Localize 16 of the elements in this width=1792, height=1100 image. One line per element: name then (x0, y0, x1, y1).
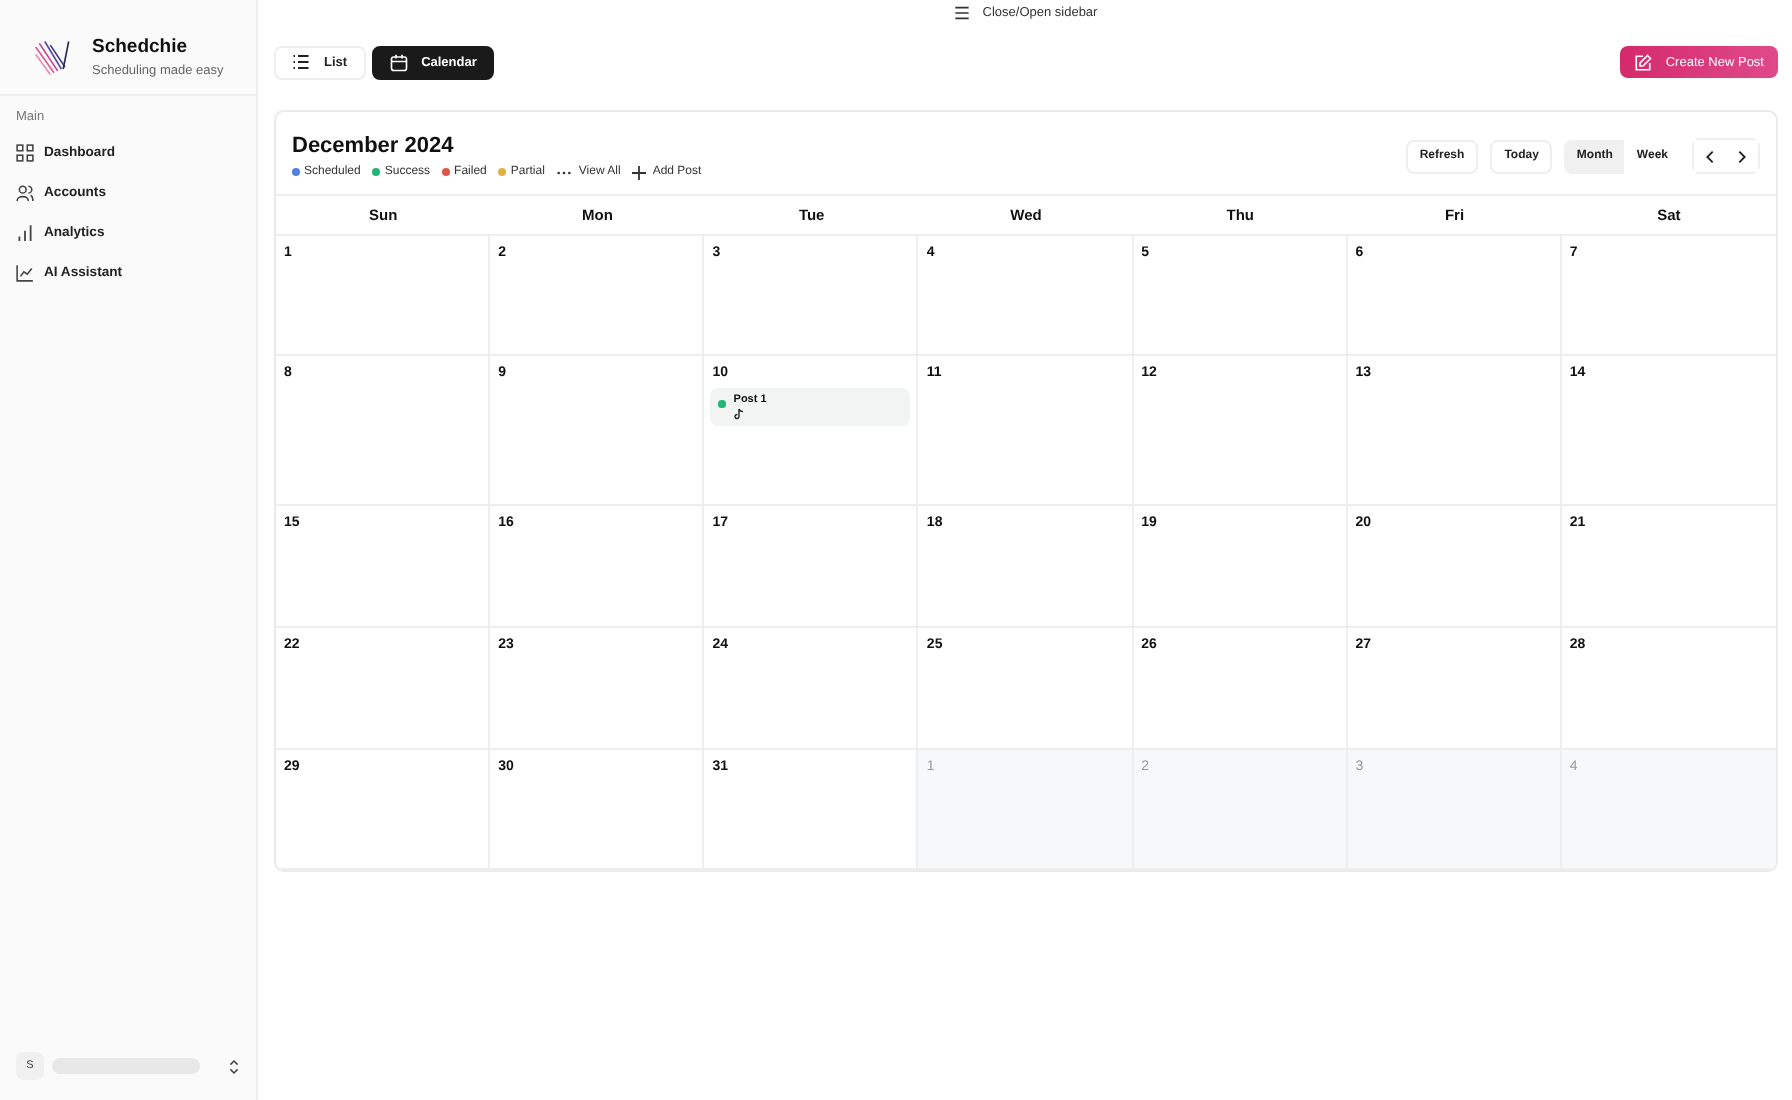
list-icon (292, 54, 310, 70)
chevron-right-icon (1738, 149, 1746, 163)
calendar-icon (389, 53, 408, 71)
menu-icon[interactable] (954, 6, 971, 20)
grid-icon (16, 144, 34, 162)
brand-name: Schedchie (92, 36, 190, 58)
chevron-left-icon (1706, 149, 1714, 163)
month-title: December 2024 (292, 133, 456, 157)
music-note-icon (733, 408, 744, 420)
chart-icon (16, 264, 34, 282)
users-icon (16, 184, 34, 202)
more-icon (556, 169, 573, 175)
plus-icon (632, 165, 647, 179)
edit-icon (1633, 53, 1652, 71)
chevrons-icon[interactable] (228, 1057, 240, 1075)
bar-chart-icon (16, 224, 34, 242)
